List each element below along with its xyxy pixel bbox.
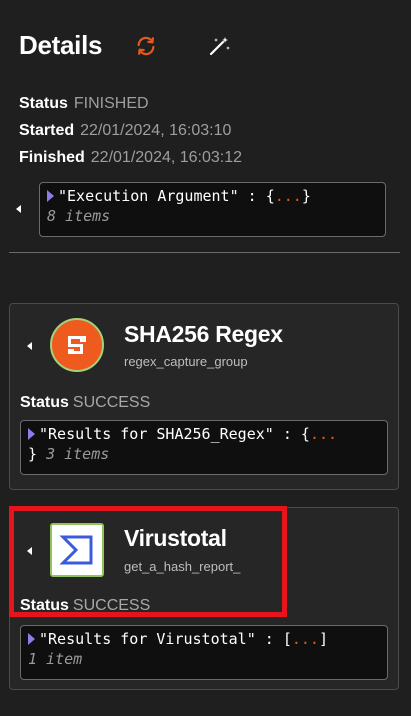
divider xyxy=(9,252,400,253)
collapse-card-icon[interactable] xyxy=(27,547,32,555)
result-count: 1 item xyxy=(28,650,83,668)
status-badge: SUCCESS xyxy=(72,597,151,614)
execution-argument-viewer[interactable]: "Execution Argument" : {...} 8 items xyxy=(39,182,386,237)
action-card-virustotal: Virustotal get_a_hash_report_ Status SUCC… xyxy=(9,507,399,690)
collapse-card-icon[interactable] xyxy=(27,342,32,350)
page-title: Details xyxy=(19,30,103,60)
magic-button[interactable] xyxy=(207,33,233,59)
card-status: Status SUCCESS xyxy=(20,394,151,411)
virustotal-logo-icon xyxy=(50,523,104,577)
card-subtitle: get_a_hash_report_ xyxy=(124,559,241,574)
card-status: Status SUCCESS xyxy=(20,597,151,614)
finished-value: 22/01/2024, 16:03:12 xyxy=(90,149,243,166)
expand-result-icon[interactable] xyxy=(28,633,35,645)
started-label: Started xyxy=(19,122,75,139)
magic-wand-icon xyxy=(209,37,230,56)
status-value: FINISHED xyxy=(73,95,149,112)
refresh-icon xyxy=(137,36,155,56)
status-label: Status xyxy=(19,95,68,112)
regex-logo-icon xyxy=(50,318,104,372)
card-title: SHA256 Regex xyxy=(124,321,283,347)
started-value: 22/01/2024, 16:03:10 xyxy=(80,122,232,139)
status-row: Status FINISHED xyxy=(19,95,149,113)
card-title: Virustotal xyxy=(124,525,227,551)
action-card-sha256-regex: SHA256 Regex regex_capture_group Status S… xyxy=(9,303,399,490)
status-badge: SUCCESS xyxy=(72,394,151,411)
started-row: Started 22/01/2024, 16:03:10 xyxy=(19,122,231,140)
argument-ellipsis[interactable]: ... xyxy=(275,187,302,205)
result-viewer[interactable]: "Results for Virustotal" : [...] 1 item xyxy=(20,625,388,680)
result-ellipsis[interactable]: ... xyxy=(310,425,337,443)
result-viewer[interactable]: "Results for SHA256_Regex" : {... } 3 it… xyxy=(20,420,388,475)
finished-label: Finished xyxy=(19,149,85,166)
collapse-argument-icon[interactable] xyxy=(16,205,21,213)
finished-row: Finished 22/01/2024, 16:03:12 xyxy=(19,149,242,167)
result-count: 3 items xyxy=(46,445,110,463)
expand-result-icon[interactable] xyxy=(28,428,35,440)
rerun-button[interactable] xyxy=(133,33,159,59)
expand-argument-icon[interactable] xyxy=(47,190,54,202)
argument-count: 8 items xyxy=(47,207,111,225)
card-subtitle: regex_capture_group xyxy=(124,354,248,369)
result-ellipsis[interactable]: ... xyxy=(292,630,319,648)
argument-key: "Execution Argument" xyxy=(58,187,239,205)
